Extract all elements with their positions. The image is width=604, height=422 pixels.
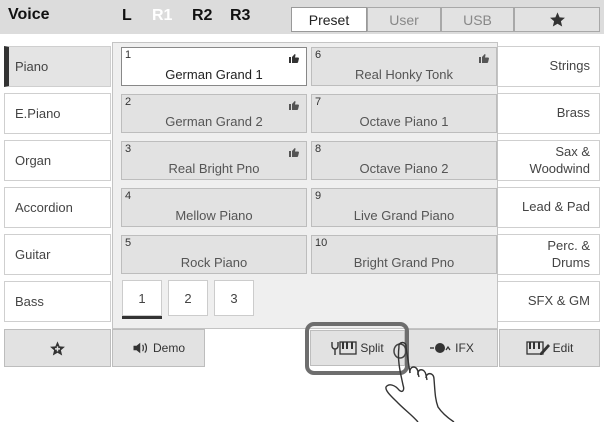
- voice-name: Real Honky Tonk: [354, 67, 454, 82]
- voice-number: 7: [315, 96, 322, 108]
- voice-item[interactable]: 6 Real Honky Tonk: [311, 47, 497, 86]
- thumbs-up-icon: [289, 101, 299, 110]
- add-favorite-button[interactable]: [4, 329, 111, 367]
- voice-name: Rock Piano: [180, 255, 248, 270]
- voice-name: Octave Piano 1: [359, 114, 449, 129]
- voice-item[interactable]: 1 German Grand 1: [121, 47, 307, 86]
- voice-name: Mellow Piano: [175, 208, 253, 223]
- voice-item[interactable]: 4 Mellow Piano: [121, 188, 307, 227]
- thumbs-up-icon: [289, 54, 299, 63]
- current-page-indicator: [122, 316, 162, 319]
- category-organ[interactable]: Organ: [4, 140, 111, 181]
- voice-number: 8: [315, 143, 322, 155]
- category-piano[interactable]: Piano: [4, 46, 111, 87]
- voice-item[interactable]: 7 Octave Piano 1: [311, 94, 497, 133]
- layer-l-button[interactable]: L: [122, 7, 132, 25]
- speaker-icon: [133, 342, 148, 354]
- category-sfx-gm[interactable]: SFX & GM: [496, 281, 600, 322]
- voice-item[interactable]: 9 Live Grand Piano: [311, 188, 497, 227]
- page-button-2[interactable]: 2: [168, 280, 208, 316]
- voice-item[interactable]: 2 German Grand 2: [121, 94, 307, 133]
- voice-name: Octave Piano 2: [359, 161, 449, 176]
- category-strings[interactable]: Strings: [496, 46, 600, 87]
- keyboard-edit-icon: [526, 341, 550, 355]
- thumbs-up-icon: [479, 54, 489, 63]
- category-lead-pad[interactable]: Lead & Pad: [496, 187, 600, 228]
- voice-name: Real Bright Pno: [168, 161, 260, 176]
- voice-item[interactable]: 10 Bright Grand Pno: [311, 235, 497, 274]
- voice-item[interactable]: 3 Real Bright Pno: [121, 141, 307, 180]
- layer-r1-button[interactable]: R1: [152, 7, 172, 25]
- voice-number: 1: [125, 49, 132, 61]
- voice-name: Live Grand Piano: [353, 208, 455, 223]
- tab-user[interactable]: User: [367, 7, 441, 32]
- page-title: Voice: [8, 6, 50, 23]
- thumbs-up-icon: [289, 148, 299, 157]
- pointing-hand-icon: [385, 341, 455, 422]
- edit-button[interactable]: Edit: [499, 329, 600, 367]
- demo-button[interactable]: Demo: [112, 329, 205, 367]
- category-guitar[interactable]: Guitar: [4, 234, 111, 275]
- voice-number: 5: [125, 237, 132, 249]
- voice-name: German Grand 1: [165, 67, 263, 82]
- tab-usb[interactable]: USB: [441, 7, 514, 32]
- layer-r3-button[interactable]: R3: [230, 7, 250, 25]
- layer-r2-button[interactable]: R2: [192, 7, 212, 25]
- voice-name: Bright Grand Pno: [353, 255, 455, 270]
- category-sax-woodwind[interactable]: Sax & Woodwind: [496, 140, 600, 181]
- star-plus-icon: [50, 340, 65, 356]
- category-bass[interactable]: Bass: [4, 281, 111, 322]
- voice-list-panel: 1 German Grand 1 2 German Grand 2 3 Real…: [112, 42, 498, 329]
- demo-label: Demo: [152, 341, 185, 355]
- voice-item[interactable]: 5 Rock Piano: [121, 235, 307, 274]
- voice-number: 2: [125, 96, 132, 108]
- category-e-piano[interactable]: E.Piano: [4, 93, 111, 134]
- voice-number: 10: [315, 237, 328, 249]
- voice-number: 4: [125, 190, 132, 202]
- voice-number: 9: [315, 190, 322, 202]
- tab-preset[interactable]: Preset: [291, 7, 367, 32]
- favorites-tab[interactable]: [514, 7, 600, 32]
- voice-name: German Grand 2: [165, 114, 263, 129]
- voice-number: 6: [315, 49, 322, 61]
- star-icon: [549, 12, 565, 27]
- voice-item[interactable]: 8 Octave Piano 2: [311, 141, 497, 180]
- page-button-3[interactable]: 3: [214, 280, 254, 316]
- edit-label: Edit: [552, 341, 574, 355]
- voice-number: 3: [125, 143, 132, 155]
- category-accordion[interactable]: Accordion: [4, 187, 111, 228]
- category-perc-drums[interactable]: Perc. & Drums: [496, 234, 600, 275]
- page-button-1[interactable]: 1: [122, 280, 162, 316]
- category-brass[interactable]: Brass: [496, 93, 600, 134]
